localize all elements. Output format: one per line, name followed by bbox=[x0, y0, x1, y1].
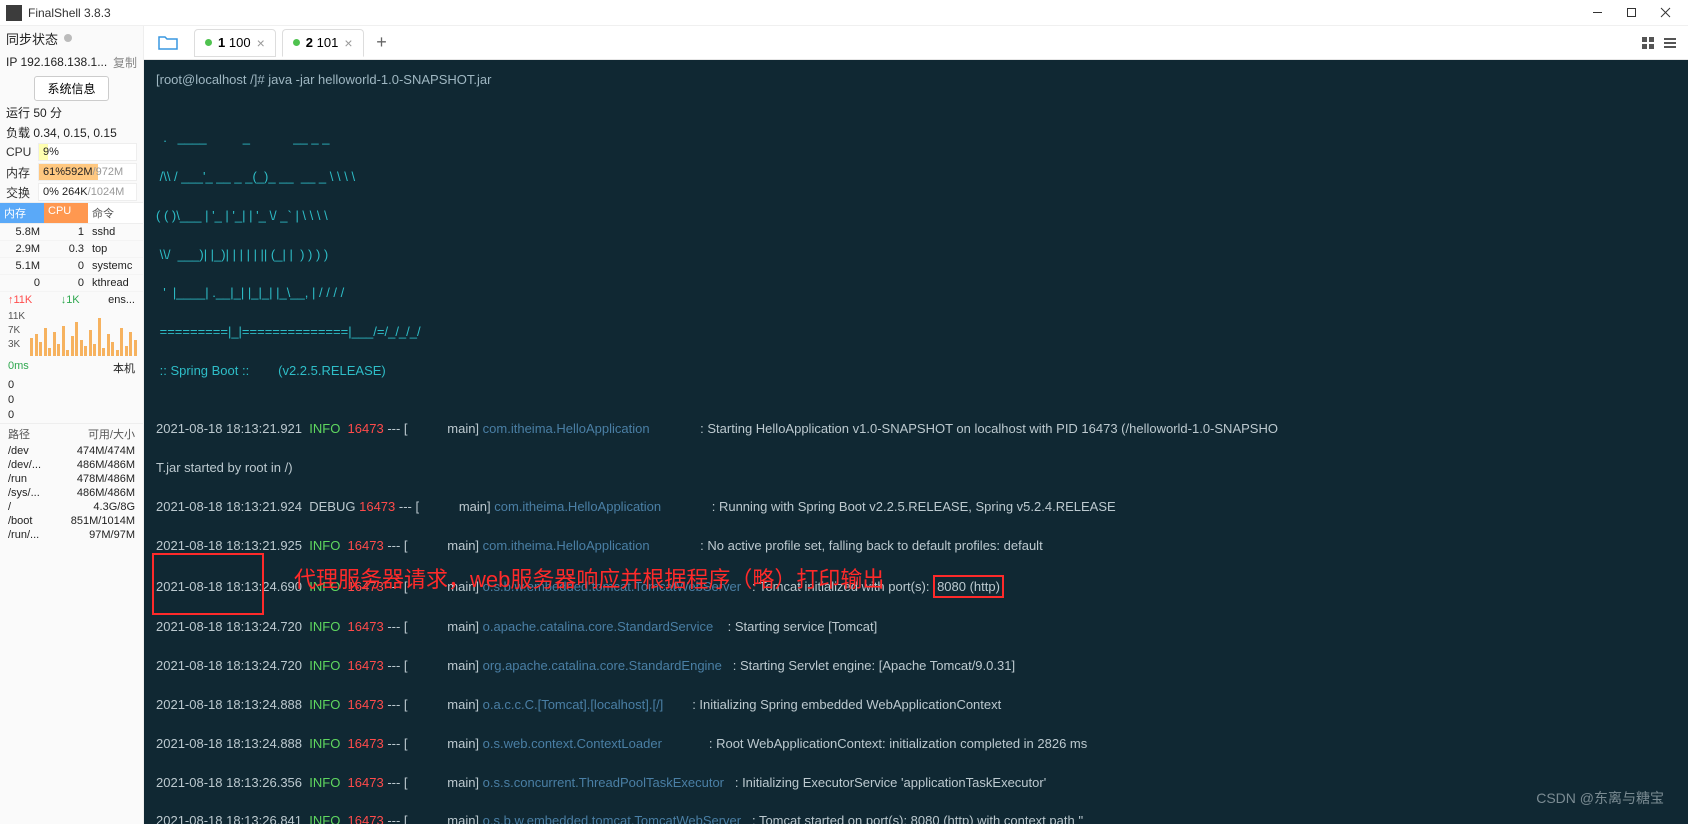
tab-2[interactable]: 2 101 × bbox=[282, 29, 364, 57]
grid-view-icon[interactable] bbox=[1638, 33, 1658, 53]
latency-host: 本机 bbox=[113, 360, 135, 376]
chart-label-a: 11K bbox=[8, 310, 25, 324]
swap-row: 交换 0% 264K/1024M bbox=[0, 182, 143, 202]
net-iface: ens... bbox=[108, 294, 135, 306]
tab-1[interactable]: 1 100 × bbox=[194, 29, 276, 57]
view-switcher bbox=[1638, 33, 1688, 53]
disk-row: /run478M/486M bbox=[0, 472, 143, 486]
disk-row: /sys/...486M/486M bbox=[0, 486, 143, 500]
cpu-row: CPU 9% bbox=[0, 142, 143, 162]
window-title: FinalShell 3.8.3 bbox=[28, 6, 1580, 20]
swap-total: /1024M bbox=[88, 186, 125, 198]
net-chart: 11K 7K 3K bbox=[6, 310, 137, 356]
new-tab-button[interactable]: + bbox=[370, 31, 394, 55]
menu-icon[interactable] bbox=[1660, 33, 1680, 53]
disk-header: 路径 可用/大小 bbox=[0, 423, 143, 444]
uptime: 运行 50 分 bbox=[0, 102, 143, 122]
copy-ip-link[interactable]: 复制 bbox=[113, 54, 137, 71]
close-button[interactable] bbox=[1648, 0, 1682, 26]
net-up: ↑11K bbox=[8, 294, 32, 306]
process-header: 内存 CPU 命令 bbox=[0, 202, 143, 224]
mem-row: 内存 61%592M/972M bbox=[0, 162, 143, 182]
sync-status: 同步状态 bbox=[0, 26, 143, 50]
swap-label: 交换 bbox=[6, 184, 38, 201]
process-list: 5.8M1sshd2.9M0.3top5.1M0systemc00kthread bbox=[0, 224, 143, 292]
status-dot-icon bbox=[293, 39, 300, 46]
procs-head-cmd[interactable]: 命令 bbox=[88, 203, 143, 223]
process-row[interactable]: 2.9M0.3top bbox=[0, 241, 143, 258]
zero-stats: 0 0 0 bbox=[0, 378, 143, 423]
mem-total: /972M bbox=[93, 166, 124, 178]
swap-value: 0% 264K bbox=[43, 186, 88, 198]
ip-row: IP 192.168.138.1... 复制 bbox=[0, 50, 143, 74]
watermark: CSDN @东离与糖宝 bbox=[1536, 789, 1664, 808]
disk-list: /dev474M/474M/dev/...486M/486M/run478M/4… bbox=[0, 444, 143, 542]
mem-value: 61%592M bbox=[43, 166, 93, 178]
latency-ms: 0ms bbox=[8, 360, 29, 376]
sync-status-dot-icon bbox=[64, 34, 72, 42]
disk-row: /dev474M/474M bbox=[0, 444, 143, 458]
hello-highlight-box bbox=[152, 553, 264, 615]
load: 负载 0.34, 0.15, 0.15 bbox=[0, 122, 143, 142]
disk-row: /run/...97M/97M bbox=[0, 528, 143, 542]
sysinfo-row: 系统信息 bbox=[0, 74, 143, 102]
cpu-label: CPU bbox=[6, 145, 38, 159]
procs-head-cpu[interactable]: CPU bbox=[44, 203, 88, 223]
chart-label-b: 7K bbox=[8, 324, 25, 338]
procs-head-mem[interactable]: 内存 bbox=[0, 203, 44, 223]
sync-status-label: 同步状态 bbox=[6, 29, 58, 48]
app-icon bbox=[6, 5, 22, 21]
process-row[interactable]: 00kthread bbox=[0, 275, 143, 292]
content: 1 100 × 2 101 × + [root@localhost /]# ja… bbox=[144, 26, 1688, 824]
minimize-button[interactable] bbox=[1580, 0, 1614, 26]
close-tab-icon[interactable]: × bbox=[344, 35, 352, 51]
close-tab-icon[interactable]: × bbox=[257, 35, 265, 51]
tabbar: 1 100 × 2 101 × + bbox=[144, 26, 1688, 60]
net-row: ↑11K ↓1K ens... bbox=[0, 292, 143, 308]
maximize-button[interactable] bbox=[1614, 0, 1648, 26]
sidebar: 同步状态 IP 192.168.138.1... 复制 系统信息 运行 50 分… bbox=[0, 26, 144, 824]
ip-value: IP 192.168.138.1... bbox=[6, 55, 107, 69]
titlebar: FinalShell 3.8.3 bbox=[0, 0, 1688, 26]
system-info-button[interactable]: 系统信息 bbox=[34, 76, 108, 101]
cpu-value: 9% bbox=[39, 146, 59, 158]
annotation-text: 代理服务器请求，web服务器响应并根据程序（略）打印输出 bbox=[294, 570, 884, 589]
disk-row: /dev/...486M/486M bbox=[0, 458, 143, 472]
status-dot-icon bbox=[205, 39, 212, 46]
process-row[interactable]: 5.1M0systemc bbox=[0, 258, 143, 275]
process-row[interactable]: 5.8M1sshd bbox=[0, 224, 143, 241]
terminal[interactable]: [root@localhost /]# java -jar helloworld… bbox=[144, 60, 1688, 824]
disk-head-path: 路径 bbox=[8, 426, 30, 442]
disk-row: /4.3G/8G bbox=[0, 500, 143, 514]
open-folder-button[interactable] bbox=[148, 29, 188, 57]
latency-row: 0ms 本机 bbox=[0, 358, 143, 378]
chart-label-c: 3K bbox=[8, 338, 25, 352]
net-down: ↓1K bbox=[61, 294, 80, 306]
disk-head-size: 可用/大小 bbox=[88, 426, 135, 442]
disk-row: /boot851M/1014M bbox=[0, 514, 143, 528]
mem-label: 内存 bbox=[6, 164, 38, 181]
